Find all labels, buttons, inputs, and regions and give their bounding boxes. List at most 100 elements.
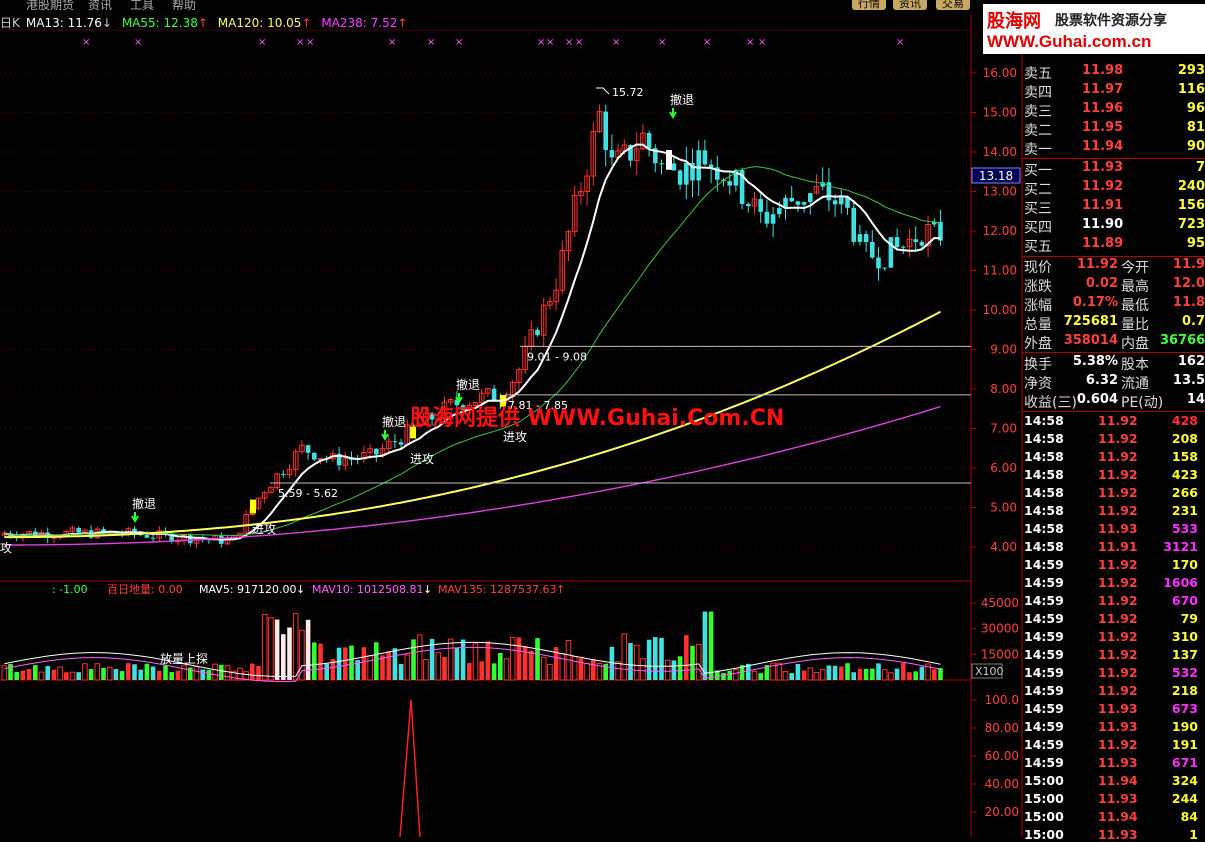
stat-label: PE(动) — [1121, 395, 1164, 411]
tick-price: 11.94 — [1098, 809, 1138, 824]
stat-label: 外盘 — [1024, 336, 1052, 352]
osc-spike-line — [399, 699, 421, 837]
bid-label: 买二 — [1024, 182, 1052, 198]
retreat-label: 撤退 — [132, 496, 156, 511]
ask-label: 卖一 — [1024, 142, 1052, 158]
signal-candle — [250, 499, 256, 514]
ask-price: 11.94 — [1082, 139, 1124, 154]
volume-bar — [857, 668, 863, 680]
candle-body — [888, 237, 894, 268]
volume-bar — [628, 643, 633, 680]
ask-label: 卖三 — [1024, 104, 1052, 120]
volume-bar — [733, 668, 739, 681]
candle-body — [808, 193, 813, 203]
volume-bar — [516, 637, 522, 680]
bid-volume: 95 — [1186, 236, 1205, 251]
volume-bar — [305, 619, 311, 680]
tick-time: 14:59 — [1024, 719, 1064, 734]
ask-price: 11.96 — [1082, 101, 1124, 116]
price-axis-label: 6.00 — [990, 461, 1017, 475]
volume-bar — [343, 647, 348, 680]
volume-bar — [287, 627, 292, 680]
tick-volume: 1606 — [1163, 575, 1198, 590]
volume-bar — [411, 639, 416, 680]
candle-body — [801, 202, 807, 205]
retreat-label: 撤退 — [670, 92, 694, 107]
tick-price: 11.93 — [1098, 521, 1138, 536]
signal-x-icon: × — [388, 37, 396, 48]
volume-bar — [33, 665, 38, 680]
ask-label: 卖二 — [1024, 123, 1052, 139]
tick-volume: 423 — [1171, 467, 1198, 482]
tick-price: 11.92 — [1098, 629, 1138, 644]
mav135-arrow-icon: ↑ — [556, 583, 565, 596]
volume-bar — [615, 661, 621, 681]
volume-bar — [126, 663, 131, 680]
tick-time: 14:58 — [1024, 449, 1064, 464]
volume-bar — [708, 611, 714, 680]
candle-body — [770, 214, 776, 224]
volume-bar — [609, 646, 615, 680]
volume-bar — [76, 672, 81, 680]
candle-body — [659, 163, 664, 165]
price-axis-label: 14.00 — [983, 145, 1017, 159]
stat-value: 162 — [1177, 354, 1205, 369]
volume-bar — [801, 670, 807, 680]
volume-bar — [106, 666, 113, 681]
tick-volume: 428 — [1171, 413, 1198, 428]
volume-bar — [819, 669, 826, 681]
band-label-1: 9.01 - 9.08 — [527, 350, 587, 363]
price-axis-label: 16.00 — [983, 66, 1017, 80]
candle-body — [727, 181, 732, 186]
candle-body — [281, 473, 286, 475]
tick-volume: 532 — [1171, 665, 1198, 680]
tick-time: 15:00 — [1024, 827, 1064, 842]
bid-volume: 723 — [1177, 217, 1205, 232]
osc-axis-label: 80.00 — [985, 721, 1019, 735]
volume-bar — [1, 665, 8, 681]
volume-bar — [845, 663, 850, 680]
signal-x-icon: × — [746, 37, 754, 48]
tick-price: 11.93 — [1098, 755, 1138, 770]
volume-bar — [8, 664, 13, 680]
tick-time: 14:59 — [1024, 557, 1064, 572]
volume-note: 放量上探 — [160, 651, 208, 666]
volume-bar — [416, 634, 423, 681]
tick-price: 11.92 — [1098, 449, 1138, 464]
volume-bar — [721, 672, 726, 680]
volume-bar — [684, 635, 689, 680]
ask-label: 卖四 — [1024, 85, 1052, 101]
logo-brand: 股海网 — [987, 11, 1041, 32]
candle-body — [795, 201, 801, 205]
candle-body — [832, 200, 838, 205]
tick-price: 11.92 — [1098, 503, 1138, 518]
tick-volume: 673 — [1171, 701, 1198, 716]
volume-bar — [423, 659, 429, 681]
volume-bar — [175, 670, 181, 680]
candle-body — [876, 257, 881, 269]
volume-bar — [932, 669, 937, 680]
candle-body — [870, 242, 875, 258]
volume-bar — [292, 613, 299, 681]
stat-value: 14 — [1186, 392, 1205, 407]
tick-volume: 218 — [1171, 683, 1198, 698]
volume-bar — [113, 669, 119, 680]
stat-label: 现价 — [1024, 260, 1052, 276]
candle-body — [746, 203, 751, 207]
candle-body — [708, 164, 714, 168]
candle-body — [305, 445, 311, 453]
stat-label: 内盘 — [1121, 336, 1149, 352]
stat-value: 0.02 — [1085, 276, 1118, 291]
volume-bar — [727, 670, 732, 680]
tick-price: 11.92 — [1098, 575, 1138, 590]
down-arrow-icon — [381, 430, 389, 441]
order-book-divider — [1022, 158, 1205, 159]
vol-axis-label: 15000 — [981, 647, 1019, 661]
volume-bar — [454, 647, 460, 680]
bid-label: 买三 — [1024, 201, 1052, 217]
volume-bar — [45, 665, 50, 680]
volume-bar — [200, 669, 205, 680]
volume-bar — [491, 663, 497, 680]
volume-bar — [529, 650, 534, 680]
stat-label: 涨幅 — [1024, 298, 1052, 314]
